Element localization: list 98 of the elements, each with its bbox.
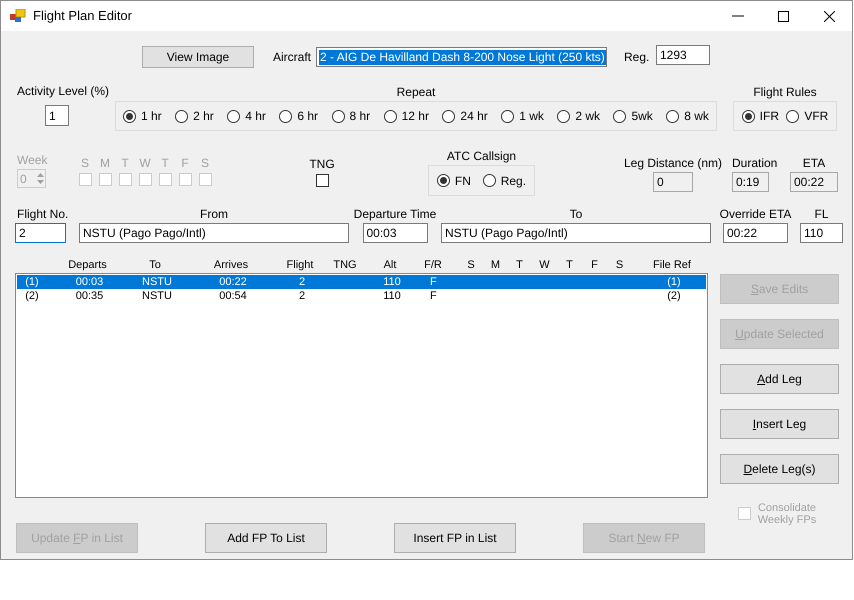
list-cell-text: 2 (298, 289, 306, 303)
radio-button[interactable]: FN (436, 172, 471, 190)
input-field[interactable]: 1 (45, 105, 69, 126)
field-label: To (570, 207, 582, 221)
radio-button[interactable]: 5wk (613, 107, 653, 125)
checkbox-label: Consolidate Weekly FPs (756, 502, 818, 526)
push-button[interactable]: Insert FP in List (394, 523, 516, 553)
column-header: W (538, 258, 551, 272)
radio-button[interactable]: Reg. (482, 172, 526, 190)
input-field[interactable]: 0:19 (732, 172, 769, 192)
spinner-value: 0 (19, 170, 27, 188)
field-label: M (100, 156, 110, 170)
list-row[interactable]: (2) 00:35 NSTU 00:54 2 110 F (2) (17, 289, 706, 303)
column-header: To (148, 258, 162, 272)
aircraft-field[interactable]: 2 - AIG De Havilland Dash 8-200 Nose Light (250 kts) (316, 47, 607, 67)
column-header: Departs (67, 258, 108, 272)
field-label: ETA (802, 156, 826, 170)
radio-button[interactable]: 2 wk (557, 107, 600, 125)
column-header: S (466, 258, 476, 272)
list-cell-text: NSTU (141, 289, 173, 303)
field-label: Override ETA (720, 207, 792, 221)
input-field[interactable]: 0 (653, 172, 693, 192)
field-label: T (121, 156, 129, 170)
input-field[interactable]: NSTU (Pago Pago/Intl) (79, 223, 349, 243)
field-label: Repeat (396, 85, 436, 99)
field-label: From (200, 207, 228, 221)
column-header: Arrives (212, 258, 250, 272)
column-header: F/R (423, 258, 443, 272)
field-label: W (139, 156, 151, 170)
input-field[interactable]: 2 (15, 223, 66, 243)
radio-button[interactable]: VFR (786, 107, 828, 125)
radio-button[interactable]: 1 hr (123, 107, 162, 125)
app-icon (10, 9, 26, 23)
field-label: Reg. (624, 50, 650, 64)
radio-button[interactable]: 12 hr (384, 107, 429, 125)
field-label: TNG (309, 157, 335, 171)
column-header: F (590, 258, 599, 272)
list-cell-text: 2 (298, 275, 306, 289)
maximize-icon[interactable] (778, 10, 789, 22)
window-title: Flight Plan Editor (33, 7, 132, 26)
column-header: S (614, 258, 624, 272)
field-label: Duration (732, 156, 778, 170)
list-cell-text: F (429, 289, 438, 303)
field-label: S (200, 156, 209, 170)
push-button[interactable]: View Image (142, 46, 254, 68)
list-row[interactable]: (1) 00:03 NSTU 00:22 2 110 F (1) (17, 275, 706, 289)
radio-button[interactable]: 8 wk (666, 107, 709, 125)
list-cell-text: 00:22 (218, 275, 248, 289)
field-label: Departure Time (354, 207, 436, 221)
input-field[interactable]: NSTU (Pago Pago/Intl) (441, 223, 711, 243)
column-header: T (515, 258, 524, 272)
column-header: Alt (382, 258, 398, 272)
input-field[interactable]: 00:22 (790, 172, 838, 192)
radio-button[interactable]: 8 hr (332, 107, 370, 125)
minimize-icon[interactable] (732, 15, 744, 17)
push-button[interactable]: Insert Leg (720, 409, 839, 439)
field-label: F (181, 156, 189, 170)
list-cell-text: 00:54 (218, 289, 248, 303)
input-field[interactable]: 00:03 (362, 223, 428, 243)
radio-button[interactable]: 2 hr (175, 107, 214, 125)
list-cell-text: 00:35 (74, 289, 104, 303)
checkbox[interactable] (316, 174, 328, 187)
column-header: T (565, 258, 574, 272)
field-label: Leg Distance (nm) (624, 156, 722, 170)
list-cell-text: (2) (24, 289, 40, 303)
field-label: Flight Rules (753, 85, 817, 99)
field-label: FL (814, 207, 828, 221)
column-header: File Ref (652, 258, 692, 272)
column-header: TNG (332, 258, 358, 272)
list-cell-text: 110 (382, 289, 402, 303)
field-label: S (80, 156, 89, 170)
list-cell-text: 110 (382, 275, 402, 289)
field-label: ATC Callsign (446, 149, 516, 163)
input-field[interactable]: 110 (800, 223, 843, 243)
radio-button[interactable]: 1 wk (501, 107, 544, 125)
list-cell-text: 00:03 (74, 275, 104, 289)
push-button[interactable]: Add FP To List (205, 523, 327, 553)
input-field[interactable]: 1293 (656, 45, 710, 65)
field-label: T (161, 156, 169, 170)
input-field[interactable]: 00:22 (723, 223, 788, 243)
list-cell-text: (1) (24, 275, 40, 289)
list-cell-text: F (429, 275, 438, 289)
field-label: Activity Level (%) (17, 84, 110, 98)
radio-button[interactable]: 6 hr (279, 107, 318, 125)
field-label: Flight No. (17, 207, 66, 221)
radio-button[interactable]: IFR (742, 107, 779, 125)
list-cell-text: NSTU (141, 275, 173, 289)
field-label: Aircraft (273, 50, 312, 64)
column-header: Flight (286, 258, 314, 272)
field-label: Week (17, 153, 48, 167)
push-button[interactable]: Add Leg (720, 364, 839, 394)
push-button[interactable]: Delete Leg(s) (720, 454, 839, 484)
radio-button[interactable]: 4 hr (227, 107, 266, 125)
column-header: M (490, 258, 502, 272)
list-cell-text: (2) (666, 289, 682, 303)
list-cell-text: (1) (666, 275, 682, 289)
radio-button[interactable]: 24 hr (442, 107, 488, 125)
close-icon[interactable] (824, 10, 835, 22)
